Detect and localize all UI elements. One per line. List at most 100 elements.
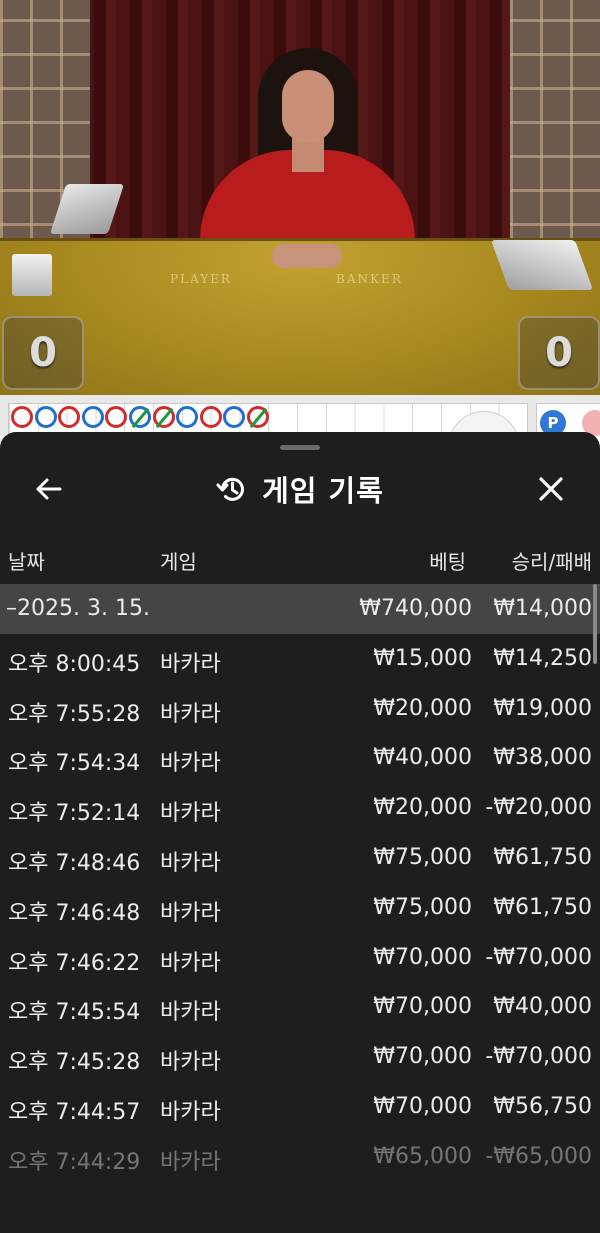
row-result: ₩61,750	[493, 844, 592, 870]
dealer-hands	[272, 244, 342, 268]
card-shoe-right	[490, 240, 594, 290]
row-game: 바카라	[160, 950, 221, 976]
row-result: ₩38,000	[493, 745, 592, 771]
row-bet: ₩15,000	[373, 645, 472, 671]
bead-banker	[11, 406, 33, 428]
tie-marker	[249, 407, 268, 429]
bead-player	[81, 406, 104, 428]
sheet-header: 게임 기록	[0, 460, 600, 518]
row-game: 바카라	[160, 1149, 221, 1175]
banker-score: 0	[518, 316, 600, 390]
column-result: 승리/패배	[511, 550, 592, 574]
bead-player	[223, 406, 246, 428]
row-time: 오후 7:45:28	[8, 1050, 141, 1076]
bead-banker	[58, 406, 81, 428]
history-row[interactable]: 오후 7:55:28 바카라 ₩20,000 ₩19,000	[0, 684, 600, 734]
bead-banker	[246, 406, 269, 429]
tie-marker	[131, 407, 150, 429]
row-time: 오후 7:44:57	[8, 1099, 141, 1125]
column-bet: 베팅	[429, 550, 466, 574]
bead-banker	[105, 406, 128, 428]
drag-handle[interactable]	[280, 445, 320, 450]
row-game: 바카라	[160, 1000, 221, 1026]
bead-player	[34, 406, 57, 428]
sheet-title-text: 게임 기록	[262, 474, 384, 508]
row-game: 바카라	[160, 900, 221, 926]
row-bet: ₩20,000	[373, 695, 472, 721]
row-bet: ₩65,000	[373, 1143, 472, 1169]
arrow-left-icon	[36, 478, 62, 500]
row-bet: ₩70,000	[373, 944, 472, 970]
row-bet: ₩70,000	[373, 1093, 472, 1119]
column-game: 게임	[160, 550, 197, 574]
row-bet: ₩70,000	[373, 1044, 472, 1070]
history-row[interactable]: 오후 7:46:22 바카라 ₩70,000 -₩70,000	[0, 933, 600, 983]
column-date: 날짜	[8, 550, 45, 574]
history-row[interactable]: 오후 7:48:46 바카라 ₩75,000 ₩61,750	[0, 833, 600, 883]
row-result: ₩40,000	[493, 994, 592, 1020]
row-bet: ₩70,000	[373, 994, 472, 1020]
history-row[interactable]: 오후 7:46:48 바카라 ₩75,000 ₩61,750	[0, 883, 600, 933]
lattice-screen-right	[510, 0, 600, 260]
bead-player	[128, 406, 151, 429]
close-button[interactable]	[528, 466, 574, 512]
history-row[interactable]: 오후 7:44:57 바카라 ₩70,000 ₩56,750	[0, 1082, 600, 1132]
row-time: 오후 7:45:54	[8, 1000, 141, 1026]
bead-banker	[152, 406, 175, 429]
row-time: 오후 7:54:34	[8, 751, 141, 777]
row-game: 바카라	[160, 801, 221, 827]
row-time: 오후 7:52:14	[8, 801, 141, 827]
row-result: -₩65,000	[485, 1143, 592, 1169]
card-box	[12, 254, 52, 296]
sheet-title: 게임 기록	[0, 460, 600, 518]
row-result: ₩19,000	[493, 695, 592, 721]
row-game: 바카라	[160, 751, 221, 777]
back-button[interactable]	[26, 466, 72, 512]
row-game: 바카라	[160, 850, 221, 876]
player-felt-label: PLAYER	[170, 272, 232, 286]
banker-felt-label: BANKER	[336, 272, 403, 286]
row-bet: ₩40,000	[373, 745, 472, 771]
column-header-row: 날짜 게임 베팅 승리/패배	[0, 542, 600, 576]
row-game: 바카라	[160, 651, 221, 677]
game-history-sheet: 게임 기록 날짜 게임 베팅 승리/패배 –2025. 3. 15. ₩740,…	[0, 432, 600, 1233]
row-time: 오후 7:48:46	[8, 850, 141, 876]
player-score: 0	[2, 316, 84, 390]
row-game: 바카라	[160, 1099, 221, 1125]
row-result: -₩70,000	[485, 1044, 592, 1070]
row-bet: ₩20,000	[373, 795, 472, 821]
row-game: 바카라	[160, 701, 221, 727]
summary-date: –2025. 3. 15.	[6, 596, 150, 621]
tie-marker	[155, 407, 173, 429]
row-bet: ₩75,000	[373, 844, 472, 870]
row-time: 오후 7:46:22	[8, 950, 141, 976]
history-row[interactable]: 오후 7:45:28 바카라 ₩70,000 -₩70,000	[0, 1032, 600, 1082]
history-row[interactable]: 오후 8:00:45 바카라 ₩15,000 ₩14,250	[0, 634, 600, 684]
scrollbar[interactable]	[593, 584, 597, 664]
row-result: ₩56,750	[493, 1093, 592, 1119]
live-video: PLAYER BANKER 0 0	[0, 0, 600, 395]
history-list[interactable]: –2025. 3. 15. ₩740,000 ₩14,000 오후 8:00:4…	[0, 584, 600, 1182]
row-result: ₩14,250	[493, 645, 592, 671]
bead-player	[176, 406, 199, 428]
history-row[interactable]: 오후 7:45:54 바카라 ₩70,000 ₩40,000	[0, 982, 600, 1032]
row-result: -₩20,000	[485, 795, 592, 821]
summary-result: ₩14,000	[493, 596, 592, 621]
close-icon	[539, 477, 563, 501]
row-time: 오후 7:44:29	[8, 1149, 141, 1175]
row-time: 오후 7:55:28	[8, 701, 141, 727]
dealer-face	[282, 70, 334, 142]
row-result: ₩61,750	[493, 894, 592, 920]
row-time: 오후 7:46:48	[8, 900, 141, 926]
history-icon	[216, 477, 245, 501]
row-bet: ₩75,000	[373, 894, 472, 920]
history-row[interactable]: 오후 7:44:29 바카라 ₩65,000 -₩65,000	[0, 1132, 600, 1182]
history-row[interactable]: 오후 7:52:14 바카라 ₩20,000 -₩20,000	[0, 783, 600, 833]
bead-banker	[199, 406, 222, 428]
row-game: 바카라	[160, 1050, 221, 1076]
row-result: -₩70,000	[485, 944, 592, 970]
row-time: 오후 8:00:45	[8, 651, 141, 677]
summary-bet: ₩740,000	[359, 596, 472, 621]
date-summary-row[interactable]: –2025. 3. 15. ₩740,000 ₩14,000	[0, 584, 600, 634]
history-row[interactable]: 오후 7:54:34 바카라 ₩40,000 ₩38,000	[0, 733, 600, 783]
